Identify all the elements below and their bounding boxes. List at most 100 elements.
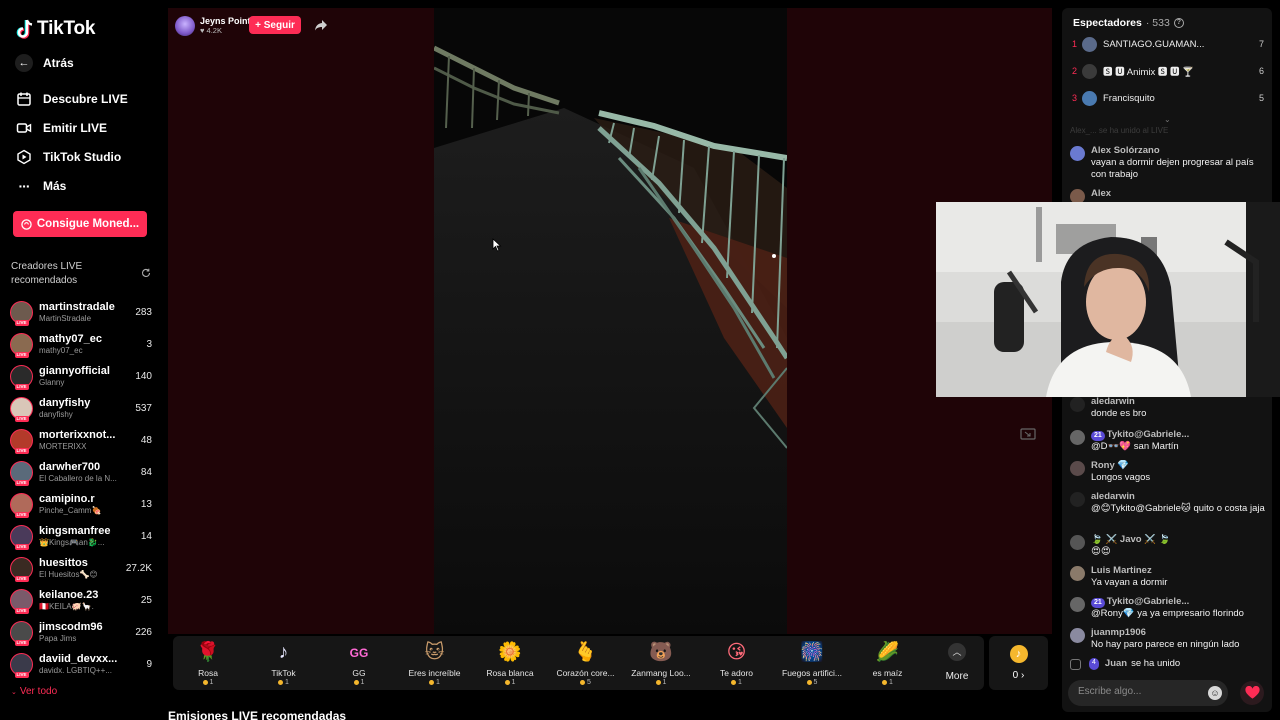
- top-viewer-item[interactable]: 2 🆂 🆄 Animix 🆂 🆄 🍸 6: [1072, 62, 1264, 80]
- gift-item[interactable]: 🌽 es maíz 1: [853, 640, 923, 688]
- gift-item[interactable]: 🌼 Rosa blanca 1: [475, 640, 545, 688]
- gift-item[interactable]: GG GG 1: [324, 640, 394, 688]
- like-button[interactable]: [1240, 681, 1264, 705]
- chat-message[interactable]: aledarwin donde es bro: [1070, 396, 1266, 420]
- creator-item[interactable]: LIVE keilanoe.23 🇵🇪KEILA🐖🦙. 25: [10, 586, 152, 614]
- gift-name: TikTok: [271, 668, 296, 678]
- chat-message[interactable]: Rony 💎 Longos vagos: [1070, 460, 1266, 484]
- gift-price: 1: [400, 679, 470, 686]
- nav-go-live[interactable]: Emitir LIVE: [16, 118, 107, 138]
- chat-user-line: Alex: [1091, 188, 1266, 200]
- share-icon[interactable]: [314, 18, 328, 32]
- creator-avatar: LIVE: [10, 492, 33, 518]
- creator-item[interactable]: LIVE huesittos El Huesitos🦴😊 27.2K: [10, 554, 152, 582]
- viewers-header[interactable]: Espectadores · 533 ?: [1073, 17, 1184, 29]
- gift-icon: ♪: [278, 642, 289, 663]
- more-gifts-label: More: [945, 671, 969, 682]
- gift-price-value: 1: [436, 679, 440, 686]
- chat-faded-text: Alex_... se ha unido al LIVE: [1070, 126, 1169, 135]
- gift-item[interactable]: 🫰 Corazón core... 5: [551, 640, 621, 688]
- back-button[interactable]: ← Atrás: [15, 53, 74, 73]
- host-likes-value: 4.2K: [206, 26, 222, 35]
- more-gifts-button[interactable]: ︿ More: [937, 643, 977, 682]
- chat-message-text: @D👓💖 san Martín: [1091, 441, 1179, 452]
- tiktok-live-page: TikTok ← Atrás Descubre LIVE Emitir LIVE…: [0, 0, 1280, 720]
- creator-viewer-count: 25: [140, 594, 152, 606]
- creator-item[interactable]: LIVE martinstradale MartinStradale 283: [10, 298, 152, 326]
- info-icon[interactable]: ?: [1173, 18, 1184, 28]
- get-coins-button[interactable]: Consigue Moned...: [13, 211, 147, 237]
- top-viewer-item[interactable]: 3 Francisquito 5: [1072, 89, 1264, 107]
- live-stage: [168, 8, 1052, 634]
- see-all-link[interactable]: ⌄ Ver todo: [11, 686, 57, 697]
- host-avatar[interactable]: [175, 16, 195, 36]
- chat-message[interactable]: Luis Martinez Ya vayan a dormir: [1070, 565, 1266, 589]
- gift-item[interactable]: 🐱 Eres increíble 1: [400, 640, 470, 688]
- top-viewer-item[interactable]: 1 SANTIAGO.GUAMAN... 7: [1072, 35, 1264, 53]
- chat-message[interactable]: 21 Tykito@Gabriele... @D👓💖 san Martín: [1070, 429, 1266, 453]
- live-badge: LIVE: [14, 479, 29, 486]
- creator-item[interactable]: LIVE danyfishy danyfishy 537: [10, 394, 152, 422]
- nav-more[interactable]: ··· Más: [16, 176, 67, 196]
- recommended-creators-header: Creadores LIVE recomendados: [11, 260, 151, 288]
- chat-message[interactable]: aledarwin @😊Tykito@Gabriele🐱 quito o cost…: [1070, 491, 1266, 515]
- chat-input[interactable]: [1078, 686, 1208, 697]
- chat-input-bar: ☺: [1068, 680, 1228, 706]
- get-coins-label: Consigue Moned...: [36, 218, 140, 230]
- gift-price: 5: [777, 679, 847, 686]
- creator-subtitle: mathy07_ec: [39, 345, 83, 355]
- creator-item[interactable]: LIVE morterixxnot... MORTERIXX 48: [10, 426, 152, 454]
- gift-item[interactable]: 🌹 Rosa 1: [173, 640, 243, 688]
- creator-item[interactable]: LIVE darwher700 El Caballero de la N... 84: [10, 458, 152, 486]
- gift-price-value: 5: [587, 679, 591, 686]
- gift-price-value: 5: [813, 679, 818, 686]
- gift-price-value: 1: [360, 679, 365, 686]
- chat-message[interactable]: 4 Juan se ha unido: [1070, 658, 1266, 670]
- gift-icon: 😘: [726, 642, 747, 663]
- gift-item[interactable]: 😘 Te adoro 1: [702, 640, 772, 688]
- creator-viewer-count: 140: [135, 370, 152, 382]
- creator-item[interactable]: LIVE giannyofficial Glanny 140: [10, 362, 152, 390]
- chat-message-text: vayan a dormir dejen progresar al país c…: [1091, 157, 1254, 180]
- gift-item[interactable]: ♪ TikTok 1: [249, 640, 319, 688]
- creator-avatar: LIVE: [10, 652, 33, 678]
- creator-subtitle: 👑Kings🎮an🐉...: [39, 537, 105, 547]
- creator-name: mathy07_ec: [39, 332, 102, 345]
- emoji-icon[interactable]: ☺: [1208, 686, 1222, 700]
- chat-username: 🍃 ⚔️ Javo ⚔️ 🍃: [1091, 534, 1171, 545]
- chat-message[interactable]: 🍃 ⚔️ Javo ⚔️ 🍃 😍😍: [1070, 534, 1266, 558]
- chat-message[interactable]: juanmp1906 No hay paro parece en ningún l…: [1070, 627, 1266, 651]
- creator-item[interactable]: LIVE daviid_devxx... davidx. LGBTIQ++... 9: [10, 650, 152, 678]
- creator-item[interactable]: LIVE mathy07_ec mathy07_ec 3: [10, 330, 152, 358]
- gift-item[interactable]: 🎆 Fuegos artifici... 5: [777, 640, 847, 688]
- creator-item[interactable]: LIVE camipino.r Pinche_Camm🍖 13: [10, 490, 152, 518]
- chat-message[interactable]: 21 Tykito@Gabriele... @Rony💎 ya ya empresa…: [1070, 596, 1266, 620]
- coin-balance[interactable]: ♪ 0 ›: [989, 636, 1048, 690]
- picture-in-picture-icon[interactable]: [1020, 428, 1036, 440]
- heart-icon: [1244, 686, 1260, 699]
- gift-price-value: 1: [511, 679, 516, 686]
- creator-subtitle: Papa Jims: [39, 633, 77, 643]
- chat-username: Tykito@Gabriele...: [1106, 429, 1190, 440]
- creator-name: giannyofficial: [39, 364, 110, 377]
- creator-item[interactable]: LIVE kingsmanfree 👑Kings🎮an🐉... 14: [10, 522, 152, 550]
- host-info[interactable]: Jeyns Point ♥ 4.2K: [175, 15, 251, 37]
- creator-viewer-count: 14: [140, 530, 152, 542]
- tiktok-logo[interactable]: TikTok: [15, 17, 95, 41]
- live-video[interactable]: [434, 8, 787, 634]
- coin-icon: [278, 679, 284, 685]
- creator-avatar: LIVE: [10, 460, 33, 486]
- gift-item[interactable]: 🐻 Zanmang Loo... 1: [626, 640, 696, 688]
- refresh-icon[interactable]: [141, 268, 151, 278]
- gift-price: 1: [324, 679, 394, 686]
- gift-name: Zanmang Loo...: [631, 668, 691, 678]
- nav-discover-live[interactable]: Descubre LIVE: [16, 89, 128, 109]
- live-badge: LIVE: [14, 447, 29, 454]
- creator-item[interactable]: LIVE jimscodm96 Papa Jims 226: [10, 618, 152, 646]
- gift-price-value: 1: [209, 679, 214, 686]
- gift-price: 5: [551, 679, 621, 686]
- coin-icon: [580, 679, 586, 685]
- chat-message[interactable]: Alex Solórzano vayan a dormir dejen progr…: [1070, 145, 1266, 181]
- nav-tiktok-studio[interactable]: TikTok Studio: [16, 147, 121, 167]
- follow-button[interactable]: + Seguir: [249, 16, 301, 34]
